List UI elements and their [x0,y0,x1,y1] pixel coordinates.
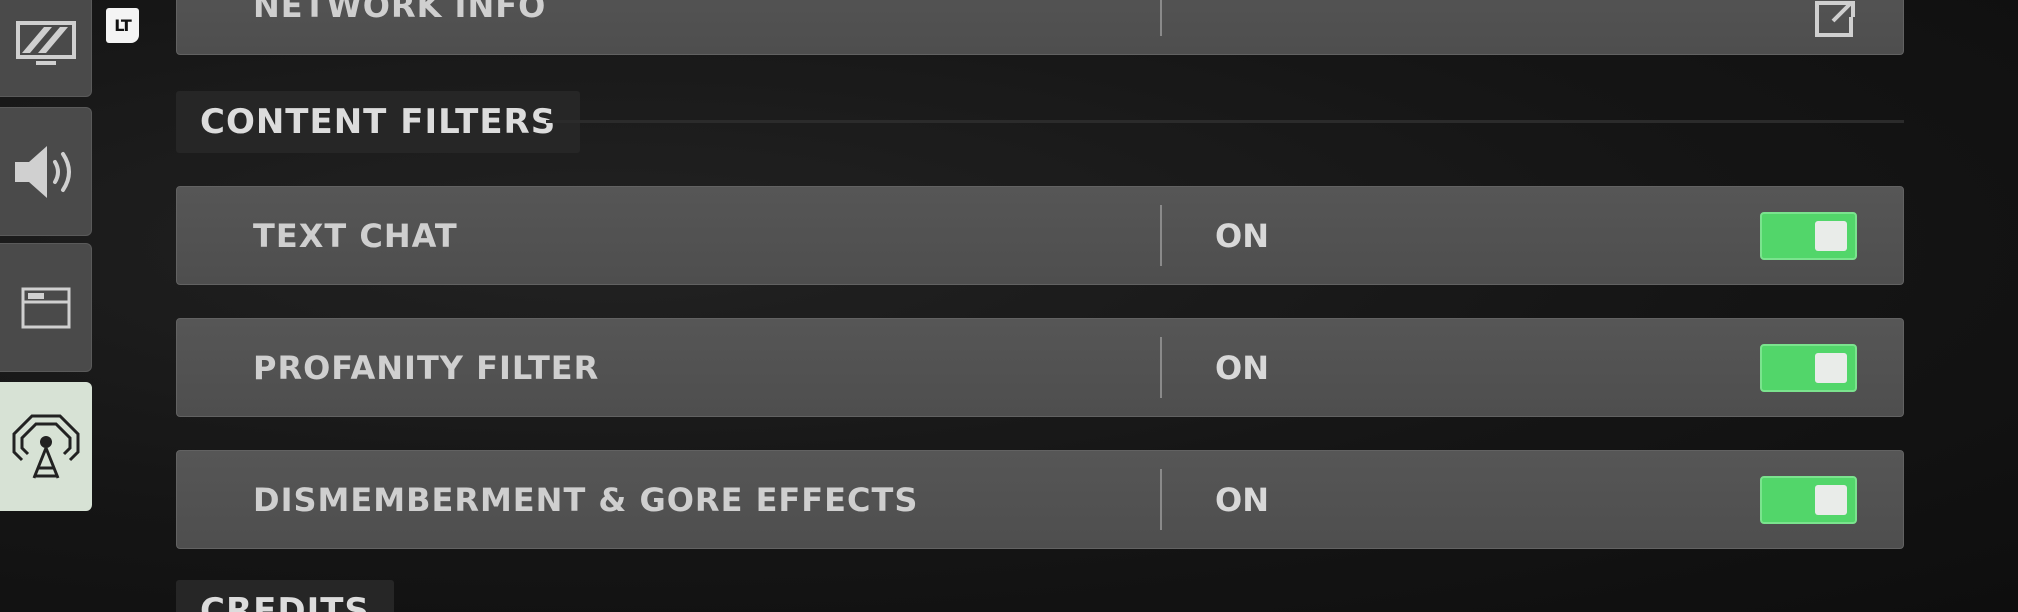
setting-value: ON [1215,216,1269,255]
text-chat-toggle[interactable] [1760,211,1857,260]
sidebar-tab-graphics[interactable] [0,0,92,97]
profanity-filter-toggle[interactable] [1760,343,1857,392]
sidebar-tab-audio[interactable] [0,107,92,236]
setting-row-profanity-filter[interactable]: PROFANITY FILTER ON [176,318,1904,417]
setting-row-dismemberment-gore[interactable]: DISMEMBERMENT & GORE EFFECTS ON [176,450,1904,549]
setting-label: TEXT CHAT [253,216,458,255]
sidebar-tab-interface[interactable] [0,243,92,372]
setting-row-text-chat[interactable]: TEXT CHAT ON [176,186,1904,285]
network-info-label: NETWORK INFO [253,0,547,25]
setting-value: ON [1215,348,1269,387]
layout-icon [20,286,72,330]
section-header-credits: CREDITS [176,580,394,612]
toggle-knob [1815,484,1847,515]
section-header-content-filters: CONTENT FILTERS [176,91,581,153]
toggle-knob [1815,352,1847,383]
section-divider-line [546,120,1904,123]
row-divider [1160,337,1162,398]
lt-bumper-hint: LT [106,8,139,43]
row-divider [1160,0,1162,36]
row-divider [1160,205,1162,266]
network-info-row[interactable]: NETWORK INFO [176,0,1904,55]
external-link-icon [1813,0,1857,39]
setting-value: ON [1215,480,1269,519]
network-tower-icon [12,414,80,480]
setting-label: PROFANITY FILTER [253,348,600,387]
sidebar-tab-account-network[interactable] [0,382,92,511]
dismemberment-gore-toggle[interactable] [1760,475,1857,524]
monitor-icon [14,19,78,69]
setting-label: DISMEMBERMENT & GORE EFFECTS [253,480,919,519]
toggle-knob [1815,220,1847,251]
speaker-icon [13,144,79,200]
row-divider [1160,469,1162,530]
